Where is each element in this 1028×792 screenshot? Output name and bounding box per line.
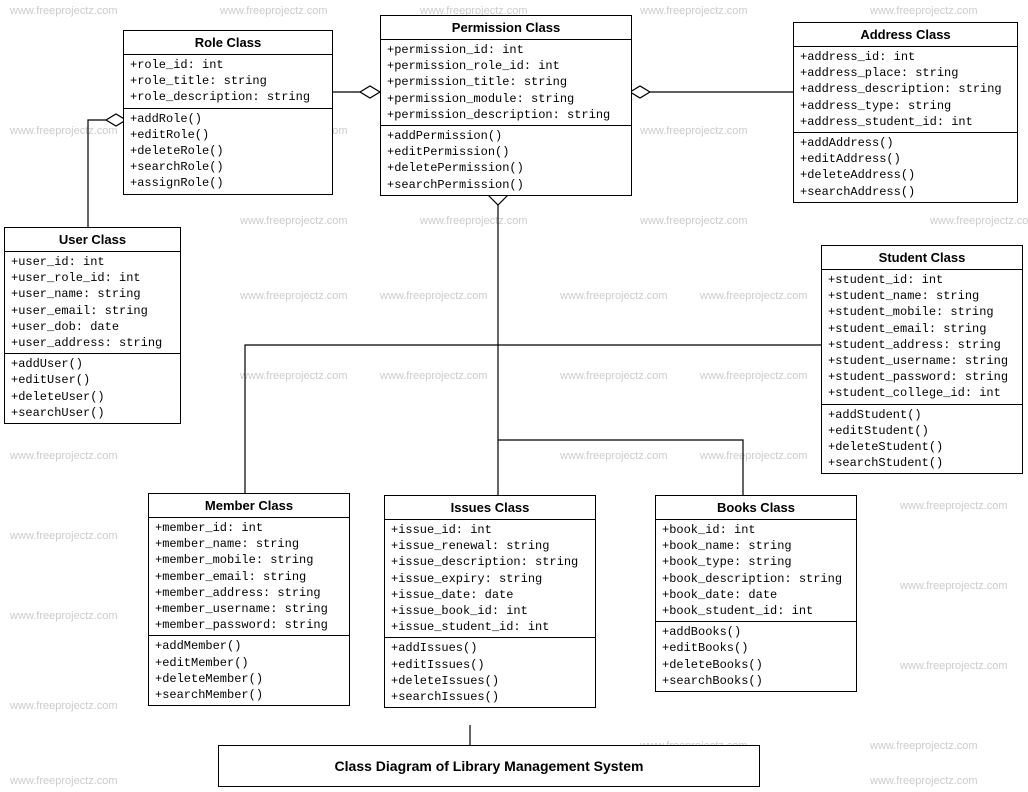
- watermark: www.freeprojectz.com: [240, 215, 348, 227]
- permission-attrs: +permission_id: int+permission_role_id: …: [381, 40, 631, 126]
- permission-ops: +addPermission()+editPermission()+delete…: [381, 126, 631, 195]
- student-title: Student Class: [822, 246, 1022, 270]
- user-title: User Class: [5, 228, 180, 252]
- watermark: www.freeprojectz.com: [560, 290, 668, 302]
- permission-class: Permission Class +permission_id: int+per…: [380, 15, 632, 196]
- student-class: Student Class +student_id: int+student_n…: [821, 245, 1023, 474]
- watermark: www.freeprojectz.com: [640, 5, 748, 17]
- watermark: www.freeprojectz.com: [10, 530, 118, 542]
- watermark: www.freeprojectz.com: [10, 450, 118, 462]
- watermark: www.freeprojectz.com: [930, 215, 1028, 227]
- watermark: www.freeprojectz.com: [870, 775, 978, 787]
- diagram-title: Class Diagram of Library Management Syst…: [335, 758, 644, 774]
- role-ops: +addRole()+editRole()+deleteRole()+searc…: [124, 109, 332, 194]
- books-attrs: +book_id: int+book_name: string+book_typ…: [656, 520, 856, 622]
- member-class: Member Class +member_id: int+member_name…: [148, 493, 350, 706]
- student-attrs: +student_id: int+student_name: string+st…: [822, 270, 1022, 405]
- watermark: www.freeprojectz.com: [900, 580, 1008, 592]
- watermark: www.freeprojectz.com: [900, 500, 1008, 512]
- permission-title: Permission Class: [381, 16, 631, 40]
- address-title: Address Class: [794, 23, 1017, 47]
- watermark: www.freeprojectz.com: [240, 290, 348, 302]
- watermark: www.freeprojectz.com: [560, 450, 668, 462]
- watermark: www.freeprojectz.com: [870, 5, 978, 17]
- issues-attrs: +issue_id: int+issue_renewal: string+iss…: [385, 520, 595, 638]
- user-class: User Class +user_id: int+user_role_id: i…: [4, 227, 181, 424]
- watermark: www.freeprojectz.com: [870, 740, 978, 752]
- role-attrs: +role_id: int+role_title: string+role_de…: [124, 55, 332, 109]
- diagram-title-box: Class Diagram of Library Management Syst…: [218, 745, 760, 787]
- issues-class: Issues Class +issue_id: int+issue_renewa…: [384, 495, 596, 708]
- watermark: www.freeprojectz.com: [700, 290, 808, 302]
- member-title: Member Class: [149, 494, 349, 518]
- watermark: www.freeprojectz.com: [10, 125, 118, 137]
- watermark: www.freeprojectz.com: [560, 370, 668, 382]
- student-ops: +addStudent()+editStudent()+deleteStuden…: [822, 405, 1022, 474]
- books-class: Books Class +book_id: int+book_name: str…: [655, 495, 857, 692]
- user-attrs: +user_id: int+user_role_id: int+user_nam…: [5, 252, 180, 354]
- address-attrs: +address_id: int+address_place: string+a…: [794, 47, 1017, 133]
- watermark: www.freeprojectz.com: [640, 125, 748, 137]
- watermark: www.freeprojectz.com: [420, 215, 528, 227]
- watermark: www.freeprojectz.com: [900, 660, 1008, 672]
- issues-ops: +addIssues()+editIssues()+deleteIssues()…: [385, 638, 595, 707]
- member-ops: +addMember()+editMember()+deleteMember()…: [149, 636, 349, 705]
- address-class: Address Class +address_id: int+address_p…: [793, 22, 1018, 203]
- watermark: www.freeprojectz.com: [380, 370, 488, 382]
- issues-title: Issues Class: [385, 496, 595, 520]
- watermark: www.freeprojectz.com: [240, 370, 348, 382]
- watermark: www.freeprojectz.com: [10, 700, 118, 712]
- books-ops: +addBooks()+editBooks()+deleteBooks()+se…: [656, 622, 856, 691]
- watermark: www.freeprojectz.com: [10, 775, 118, 787]
- watermark: www.freeprojectz.com: [220, 5, 328, 17]
- watermark: www.freeprojectz.com: [10, 5, 118, 17]
- role-title: Role Class: [124, 31, 332, 55]
- watermark: www.freeprojectz.com: [700, 450, 808, 462]
- member-attrs: +member_id: int+member_name: string+memb…: [149, 518, 349, 636]
- role-class: Role Class +role_id: int+role_title: str…: [123, 30, 333, 195]
- watermark: www.freeprojectz.com: [700, 370, 808, 382]
- watermark: www.freeprojectz.com: [380, 290, 488, 302]
- watermark: www.freeprojectz.com: [10, 610, 118, 622]
- address-ops: +addAddress()+editAddress()+deleteAddres…: [794, 133, 1017, 202]
- books-title: Books Class: [656, 496, 856, 520]
- user-ops: +addUser()+editUser()+deleteUser()+searc…: [5, 354, 180, 423]
- watermark: www.freeprojectz.com: [640, 215, 748, 227]
